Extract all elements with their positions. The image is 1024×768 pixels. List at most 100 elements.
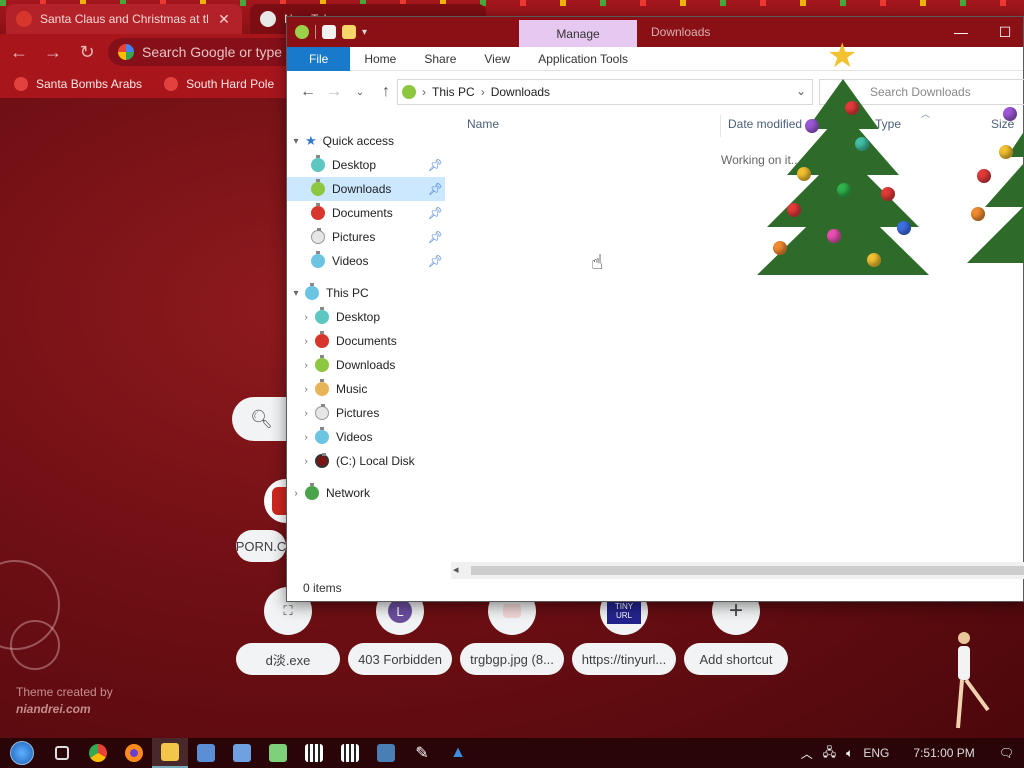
address-bar[interactable]: › This PC › Downloads ⌄ [397,79,813,105]
christmas-tree-decoration [957,87,1024,277]
nav-quick-desktop[interactable]: Desktop 📌︎ [287,153,445,177]
shortcut-label[interactable]: trgbgp.jpg (8... [460,643,564,675]
manage-contextual-tab[interactable]: Manage [519,20,637,47]
clock[interactable]: 7:51:00 PM [913,746,974,760]
volume-icon[interactable]: 🔈︎ [846,746,853,761]
nav-quick-access[interactable]: ▾ ★ Quick access [287,129,445,153]
nav-label: Pictures [332,230,376,244]
customize-qat-icon[interactable]: ▾ [362,27,367,38]
scroll-left-icon[interactable]: ◂ [453,563,459,576]
maximize-button[interactable]: ☐ [985,19,1024,45]
nav-pc-documents[interactable]: › Documents [287,329,445,353]
nav-label: Downloads [336,358,396,372]
google-icon [118,44,134,60]
app-taskbar-icon[interactable] [368,738,404,768]
expand-chevron-icon[interactable]: › [287,488,305,499]
nav-pc-local-disk[interactable]: › (C:) Local Disk [287,449,445,473]
bookmark-label: South Hard Pole [186,77,275,91]
add-shortcut-label[interactable]: Add shortcut [684,643,788,675]
app-taskbar-icon[interactable] [188,738,224,768]
properties-icon[interactable] [322,25,336,39]
breadcrumb-this-pc[interactable]: This PC [432,85,475,99]
tab-application-tools[interactable]: Application Tools [524,47,642,71]
tab-home[interactable]: Home [350,47,410,71]
expand-chevron-icon[interactable]: › [297,336,315,347]
credit-link: niandrei.com [16,702,91,716]
app-taskbar-icon[interactable]: ▲ [440,738,476,768]
piano-icon [341,744,359,762]
nav-quick-downloads[interactable]: Downloads 📌︎ [287,177,445,201]
shortcut-label[interactable]: 403 Forbidden [348,643,452,675]
back-icon[interactable]: ← [4,37,34,67]
recent-locations-icon[interactable]: ⌄ [347,79,373,105]
nav-network[interactable]: › Network [287,481,445,505]
up-icon[interactable]: ↑ [373,79,399,105]
expand-chevron-icon[interactable]: › [297,360,315,371]
expand-chevron-icon[interactable]: › [297,312,315,323]
start-button[interactable] [0,738,44,768]
bookmark-item[interactable]: South Hard Pole [164,77,274,91]
reload-icon[interactable]: ↻ [72,37,102,67]
close-tab-icon[interactable]: ✕ [216,11,232,28]
network-ornament-icon [305,483,319,500]
nav-quick-pictures[interactable]: Pictures 📌︎ [287,225,445,249]
pin-icon: 📌︎ [427,158,443,172]
new-folder-icon[interactable] [342,25,356,39]
downloads-ornament-icon [402,85,416,99]
chrome-taskbar-icon[interactable] [80,738,116,768]
forward-icon[interactable]: → [321,79,347,105]
app-taskbar-icon[interactable] [296,738,332,768]
expand-chevron-icon[interactable]: ▾ [287,288,305,299]
nav-pc-desktop[interactable]: › Desktop [287,305,445,329]
nav-pc-downloads[interactable]: › Downloads [287,353,445,377]
file-list-pane[interactable]: ︿ Name Date modified Type Size Working o… [445,107,1024,579]
show-hidden-icons-icon[interactable]: ︿ [801,745,813,762]
bookmark-item[interactable]: Santa Bombs Arabs [14,77,142,91]
nav-pc-pictures[interactable]: › Pictures [287,401,445,425]
breadcrumb-downloads[interactable]: Downloads [491,85,550,99]
tab-title: Santa Claus and Christmas at th [40,12,208,26]
app-taskbar-icon[interactable] [260,738,296,768]
expand-chevron-icon[interactable]: › [297,432,315,443]
app-taskbar-icon[interactable]: ✎ [404,738,440,768]
app-taskbar-icon[interactable] [224,738,260,768]
app-taskbar-icon[interactable] [332,738,368,768]
nav-pc-music[interactable]: › Music [287,377,445,401]
language-indicator[interactable]: ENG [863,746,889,760]
explorer-taskbar-icon[interactable] [152,738,188,768]
tab-share[interactable]: Share [410,47,470,71]
notifications-icon[interactable]: 🗨︎ [999,746,1014,760]
tab-file[interactable]: File [287,47,351,71]
chrome-tab-santa[interactable]: Santa Claus and Christmas at th ✕ [6,4,242,34]
nav-this-pc[interactable]: ▾ This PC [287,281,445,305]
ornament-ball [773,241,787,255]
notepad-icon [269,744,287,762]
expand-chevron-icon[interactable]: ▾ [287,136,305,147]
column-header-name[interactable]: Name [467,117,499,131]
expand-chevron-icon[interactable]: › [297,408,315,419]
minimize-button[interactable]: — [941,19,981,45]
expand-chevron-icon[interactable]: › [297,456,315,467]
firefox-taskbar-icon[interactable] [116,738,152,768]
explorer-title-bar: ▾ Manage Downloads — ☐ [287,17,1023,47]
nav-pc-videos[interactable]: › Videos [287,425,445,449]
horizontal-scrollbar[interactable]: ◂ [451,562,1024,579]
scrollbar-thumb[interactable] [471,566,1024,575]
network-status-icon[interactable]: 🖧︎ [823,743,836,764]
shortcut-label[interactable]: https://tinyurl... [572,643,676,675]
nav-quick-videos[interactable]: Videos 📌︎ [287,249,445,273]
santa-icon [14,77,28,91]
column-divider[interactable] [720,115,721,137]
tab-view[interactable]: View [470,47,524,71]
task-view-icon[interactable] [44,738,80,768]
nav-quick-documents[interactable]: Documents 📌︎ [287,201,445,225]
breadcrumb-chevron-icon[interactable]: › [481,85,485,99]
back-icon[interactable]: ← [295,79,321,105]
forward-icon[interactable]: → [38,37,68,67]
expand-chevron-icon[interactable]: › [297,384,315,395]
breadcrumb-chevron-icon[interactable]: › [422,85,426,99]
nav-label: Desktop [332,158,377,172]
shortcut-label[interactable]: PORN.C [236,530,286,562]
videos-ornament-icon [315,427,329,444]
shortcut-label[interactable]: d淡.exe [236,643,340,675]
